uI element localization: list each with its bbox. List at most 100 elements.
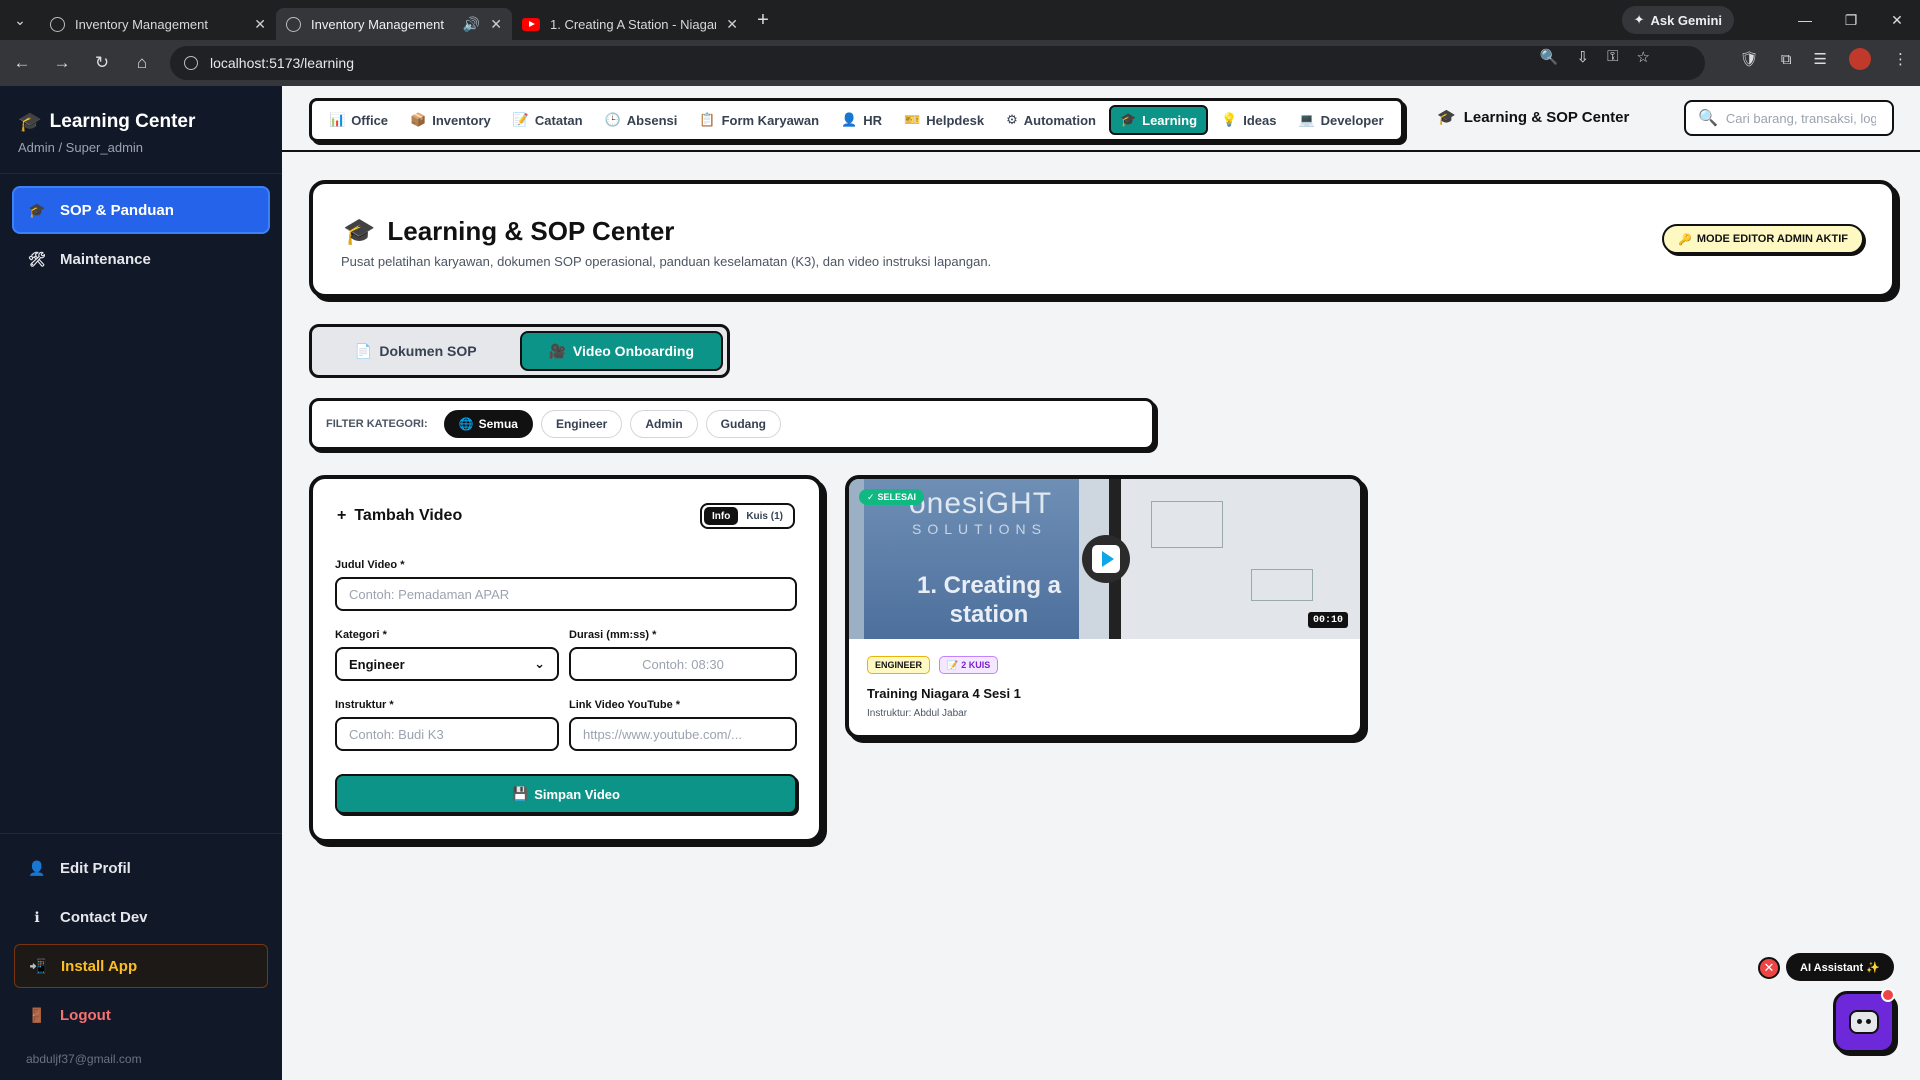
nav-inventory[interactable]: 📦 Inventory	[401, 105, 500, 135]
nav-helpdesk[interactable]: 🎫 Helpdesk	[895, 105, 993, 135]
sidebar-item-maintenance[interactable]: 🛠 Maintenance	[14, 237, 268, 281]
durasi-input[interactable]	[569, 647, 797, 681]
chevron-down-icon: ⌄	[534, 656, 545, 671]
nav-learning[interactable]: 🎓 Learning	[1108, 105, 1209, 135]
laptop-icon: 💻	[1298, 112, 1315, 127]
edit-profile-button[interactable]: 👤 Edit Profil	[14, 846, 268, 890]
nav-ideas[interactable]: 💡 Ideas	[1212, 105, 1285, 135]
bookmark-star-icon[interactable]: ☆	[1637, 48, 1650, 66]
close-window-icon[interactable]: ✕	[1874, 0, 1920, 40]
content-type-tabs: 📄 Dokumen SOP 🎥 Video Onboarding	[309, 324, 730, 378]
graduation-icon: 🎓	[1437, 109, 1456, 126]
nav-form-karyawan[interactable]: 📋 Form Karyawan	[690, 105, 828, 135]
browser-menu-icon[interactable]: ⋮	[1893, 50, 1908, 68]
category-filter-bar: FILTER KATEGORI: 🌐 Semua Engineer Admin G…	[309, 398, 1155, 450]
browser-tab-3[interactable]: 1. Creating A Station - Niagara 4 ✕	[512, 8, 748, 40]
password-key-icon[interactable]: ⚿	[1607, 48, 1618, 66]
info-icon: ℹ	[34, 908, 40, 925]
nav-automation[interactable]: ⚙ Automation	[997, 105, 1105, 135]
judul-video-input[interactable]	[335, 577, 797, 611]
nav-hr[interactable]: 👤 HR	[832, 105, 891, 135]
filter-chip-engineer[interactable]: Engineer	[540, 410, 623, 438]
form-title: + Tambah Video	[337, 507, 463, 524]
nav-catatan[interactable]: 📝 Catatan	[504, 105, 592, 135]
ai-assistant-close-button[interactable]: ✕	[1758, 957, 1780, 979]
filter-label: FILTER KATEGORI:	[326, 418, 428, 430]
url-field[interactable]: localhost:5173/learning	[170, 46, 1705, 80]
video-title: Training Niagara 4 Sesi 1	[867, 686, 1021, 701]
youtube-link-input[interactable]	[569, 717, 797, 751]
globe-icon	[286, 16, 301, 32]
graduation-icon: 🎓	[343, 216, 376, 246]
install-page-icon[interactable]: ⇩	[1577, 48, 1590, 66]
ai-assistant-label[interactable]: AI Assistant ✨	[1786, 953, 1894, 981]
home-icon[interactable]: ⌂	[124, 45, 160, 81]
quiz-count-tag: 📝 2 KUIS	[939, 656, 999, 674]
tools-icon: 🛠	[28, 250, 46, 267]
ask-gemini-button[interactable]: ✦ Ask Gemini	[1621, 6, 1734, 34]
add-video-form: + Tambah Video Info Kuis (1) Judul Video …	[309, 475, 823, 843]
minimize-icon[interactable]: —	[1782, 0, 1828, 40]
box-icon: 📦	[410, 112, 427, 127]
back-icon[interactable]: ←	[4, 45, 40, 81]
gear-icon: ⚙	[1006, 112, 1018, 127]
sidebar-brand: 🎓 Learning Center Admin / Super_admin	[0, 86, 282, 174]
nav-office[interactable]: 📊 Office	[320, 105, 397, 135]
gemini-icon: ✦	[1633, 12, 1645, 27]
logout-icon: 🚪	[28, 1006, 46, 1023]
video-thumbnail[interactable]: onesiGHT SOLUTIONS 1. Creating a station…	[849, 479, 1360, 639]
close-tab-icon[interactable]: ✕	[490, 16, 502, 33]
kategori-select[interactable]: Engineer ⌄	[335, 647, 559, 681]
close-tab-icon[interactable]: ✕	[254, 16, 266, 33]
save-disk-icon: 💾	[512, 786, 529, 801]
play-icon[interactable]	[1082, 535, 1130, 583]
filter-chip-admin[interactable]: Admin	[630, 410, 698, 438]
sidebar-item-sop-panduan[interactable]: 🎓 SOP & Panduan	[14, 188, 268, 232]
app-module-nav: 📊 Office 📦 Inventory 📝 Catatan 🕒 Absensi 📋 Fo…	[309, 98, 1404, 142]
media-queue-icon[interactable]: ☰	[1814, 50, 1827, 68]
logout-button[interactable]: 🚪 Logout	[14, 993, 268, 1037]
save-video-button[interactable]: 💾 Simpan Video	[335, 774, 797, 814]
sidebar-footer: 👤 Edit Profil ℹ Contact Dev 📲 Install Ap…	[0, 833, 282, 1080]
instruktur-input[interactable]	[335, 717, 559, 751]
browser-tab-2[interactable]: Inventory Management 🔊 ✕	[276, 8, 512, 40]
key-icon: 🔑	[1678, 233, 1692, 246]
graduation-icon: 🎓	[28, 201, 46, 218]
site-info-icon[interactable]	[184, 56, 198, 70]
check-icon: ✓	[867, 491, 875, 502]
tab-kuis[interactable]: Kuis (1)	[738, 507, 791, 525]
video-card[interactable]: onesiGHT SOLUTIONS 1. Creating a station…	[845, 475, 1364, 739]
filter-chip-gudang[interactable]: Gudang	[705, 410, 781, 438]
instruktur-label: Instruktur *	[335, 699, 394, 711]
admin-editor-mode-badge[interactable]: 🔑 MODE EDITOR ADMIN AKTIF	[1662, 224, 1864, 254]
nav-absensi[interactable]: 🕒 Absensi	[596, 105, 687, 135]
new-tab-button[interactable]: +	[748, 9, 778, 32]
close-tab-icon[interactable]: ✕	[726, 16, 738, 33]
tab-info[interactable]: Info	[704, 507, 739, 525]
install-app-button[interactable]: 📲 Install App	[14, 944, 268, 988]
speaker-icon[interactable]: 🔊	[463, 16, 480, 33]
filter-chip-semua[interactable]: 🌐 Semua	[443, 410, 533, 438]
url-tools: 🔍 ⇩ ⚿ ☆	[1540, 48, 1650, 66]
restore-icon[interactable]: ❐	[1828, 0, 1874, 40]
profile-avatar[interactable]	[1849, 48, 1871, 70]
user-role: Admin / Super_admin	[18, 140, 144, 155]
extension-shield-icon[interactable]: 🛡	[1740, 50, 1759, 68]
reload-icon[interactable]: ↻	[84, 45, 120, 81]
graduation-icon: 🎓	[1119, 112, 1137, 127]
browser-tab-1[interactable]: Inventory Management ✕	[40, 8, 276, 40]
forward-icon[interactable]: →	[44, 45, 80, 81]
tab-search-icon[interactable]: ⌄	[0, 0, 40, 40]
search-input[interactable]	[1725, 110, 1876, 126]
page-title: 🎓 Learning & SOP Center	[343, 216, 675, 246]
extensions-puzzle-icon[interactable]: ⧉	[1781, 51, 1792, 68]
tab-dokumen-sop[interactable]: 📄 Dokumen SOP	[316, 331, 516, 371]
robot-icon	[1849, 1010, 1879, 1034]
zoom-icon[interactable]: 🔍	[1540, 48, 1559, 66]
lightbulb-icon: 💡	[1221, 112, 1238, 127]
browser-tab-strip: ⌄ Inventory Management ✕ Inventory Manag…	[0, 0, 1920, 40]
nav-developer[interactable]: 💻 Developer	[1289, 105, 1392, 135]
contact-dev-button[interactable]: ℹ Contact Dev	[14, 895, 268, 939]
page-subtitle: Pusat pelatihan karyawan, dokumen SOP op…	[341, 254, 992, 269]
tab-video-onboarding[interactable]: 🎥 Video Onboarding	[519, 331, 723, 371]
